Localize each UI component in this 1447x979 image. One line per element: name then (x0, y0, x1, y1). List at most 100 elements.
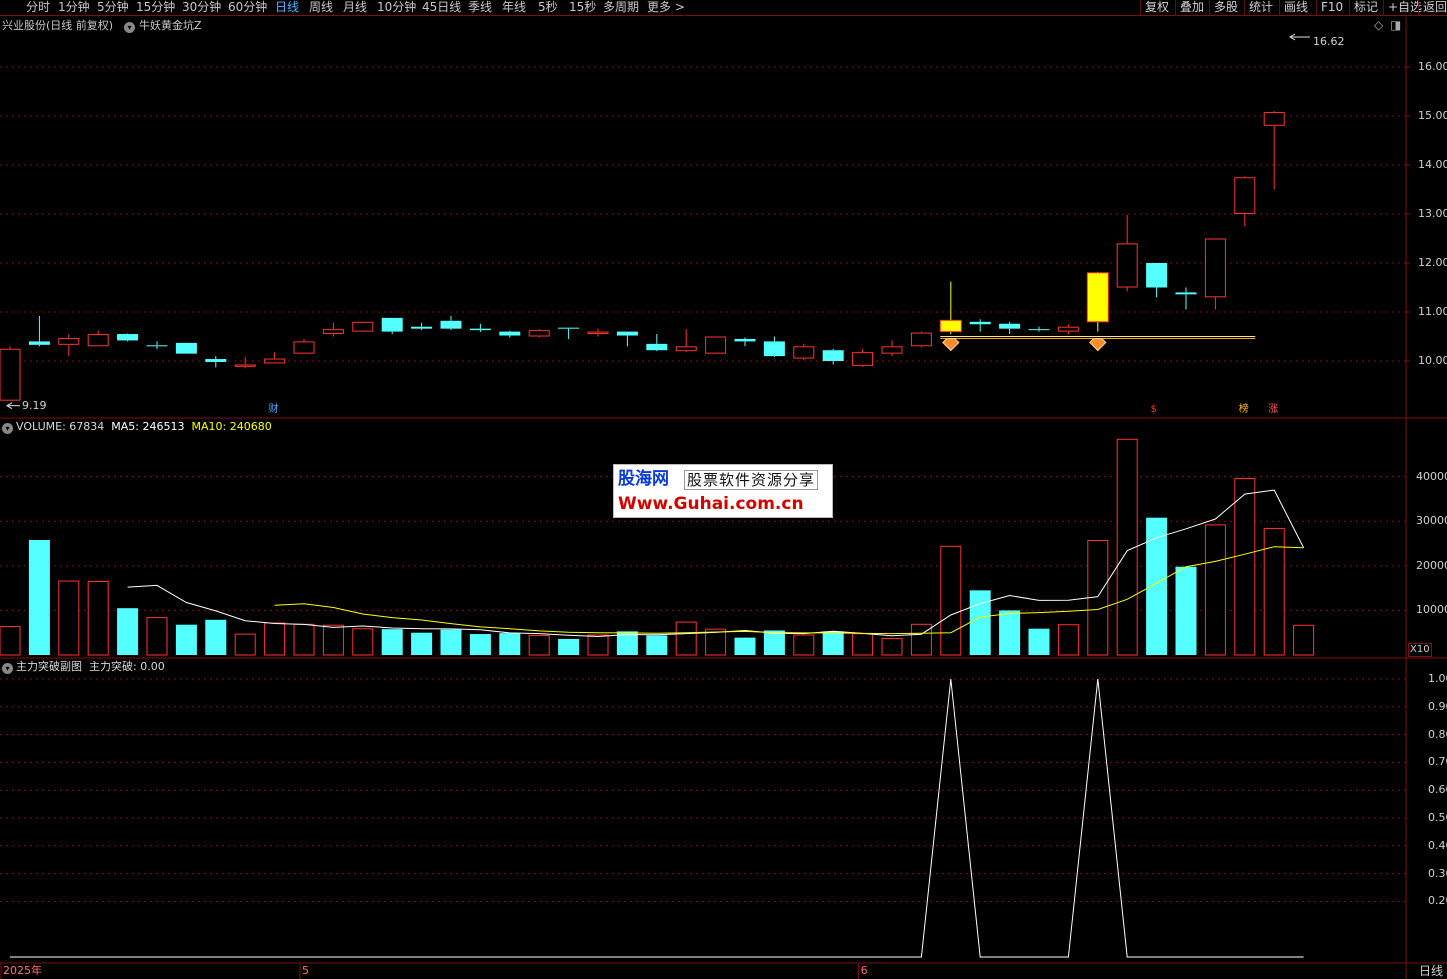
candle-body-down[interactable] (822, 350, 844, 361)
volume-bar-up[interactable] (264, 622, 286, 656)
candle-body-up[interactable] (264, 358, 286, 364)
candle-body-up[interactable] (322, 329, 344, 335)
candle-body-down[interactable] (616, 331, 638, 336)
volume-bar-down[interactable] (1028, 628, 1050, 655)
candle-body-up[interactable] (852, 352, 874, 366)
event-marker[interactable]: 榜 (1239, 404, 1249, 415)
candle-body-down[interactable] (175, 342, 197, 354)
time-axis-label: 5 (302, 964, 309, 977)
candle-body-down[interactable] (440, 320, 462, 329)
volume-bar-up[interactable] (940, 545, 962, 656)
volume-bar-down[interactable] (763, 630, 785, 655)
volume-bar-up[interactable] (675, 621, 697, 656)
volume-axis-label: 30000 (1416, 514, 1447, 528)
volume-bar-up[interactable] (0, 626, 21, 656)
candle-body-up[interactable] (587, 331, 609, 335)
volume-bar-down[interactable] (822, 631, 844, 655)
watermark-url: Www.Guhai.com.cn (618, 494, 804, 514)
candle-body-down[interactable] (558, 327, 580, 329)
volume-bar-down[interactable] (175, 624, 197, 655)
candle-body-up[interactable] (528, 330, 550, 337)
volume-bar-up[interactable] (87, 580, 109, 656)
candle-body-up[interactable] (1234, 177, 1256, 214)
volume-bar-up[interactable] (146, 617, 168, 656)
volume-bar-down[interactable] (999, 610, 1021, 655)
watermark-logo: 股海网 股票软件资源分享 Www.Guhai.com.cn (613, 464, 833, 518)
volume-unit-label: X10 (1408, 643, 1432, 657)
subchart-axis-label: 0.60 (1428, 783, 1447, 797)
candle-body-up[interactable] (881, 346, 903, 354)
diamond-icon (1089, 338, 1107, 352)
candle-body-up[interactable] (910, 332, 932, 347)
volume-bar-up[interactable] (793, 634, 815, 656)
candle-body-up[interactable] (1116, 243, 1138, 288)
volume-bar-up[interactable] (881, 638, 903, 656)
candle-body-down[interactable] (117, 334, 139, 341)
volume-bar-down[interactable] (734, 637, 756, 655)
candle-body-signal[interactable] (1086, 272, 1109, 323)
candle-body-up[interactable] (675, 346, 697, 352)
volume-bar-up[interactable] (587, 634, 609, 656)
volume-bar-down[interactable] (411, 632, 433, 655)
candle-body-down[interactable] (28, 341, 50, 345)
volume-bar-up[interactable] (910, 623, 932, 656)
candle-body-down[interactable] (146, 345, 168, 347)
candle-body-up[interactable] (58, 337, 80, 345)
volume-bar-up[interactable] (528, 634, 550, 656)
candle-body-down[interactable] (734, 338, 756, 342)
time-axis-label: 2025年 (3, 964, 42, 977)
volume-bar-up[interactable] (352, 628, 374, 656)
volume-bar-up[interactable] (1204, 524, 1226, 656)
volume-bar-down[interactable] (499, 633, 521, 655)
subchart-axis-label: 0.50 (1428, 811, 1447, 824)
volume-bar-down[interactable] (381, 629, 403, 655)
candle-body-up[interactable] (293, 341, 315, 354)
candle-body-up[interactable] (87, 334, 109, 347)
candle-body-down[interactable] (646, 343, 668, 351)
candle-body-down[interactable] (381, 317, 403, 332)
event-marker[interactable]: 涨 (1268, 404, 1278, 415)
volume-bar-up[interactable] (1234, 478, 1256, 656)
volume-bar-up[interactable] (322, 624, 344, 656)
subchart-axis-label: 0.40 (1428, 838, 1447, 852)
volume-bar-down[interactable] (969, 590, 991, 655)
volume-bar-down[interactable] (117, 608, 139, 655)
volume-bar-down[interactable] (1175, 566, 1197, 655)
candle-body-up[interactable] (234, 364, 256, 367)
candle-body-up[interactable] (352, 321, 374, 332)
price-axis-label: 14.00 (1418, 158, 1447, 171)
volume-bar-down[interactable] (440, 629, 462, 655)
candle-body-down[interactable] (1146, 263, 1168, 288)
candle-body-signal[interactable] (939, 319, 962, 333)
candle-body-up[interactable] (1204, 238, 1226, 298)
volume-bar-down[interactable] (558, 638, 580, 655)
candle-body-up[interactable] (1263, 112, 1285, 126)
event-marker[interactable]: $ (1151, 404, 1157, 415)
candle-body-down[interactable] (969, 321, 991, 325)
candle-body-up[interactable] (793, 346, 815, 359)
candle-body-down[interactable] (763, 341, 785, 357)
subchart-axis-label: 1.00 (1428, 672, 1447, 685)
volume-bar-up[interactable] (1057, 624, 1079, 656)
candle-body-down[interactable] (1175, 292, 1197, 295)
volume-bar-down[interactable] (28, 539, 50, 655)
candle-body-up[interactable] (0, 348, 21, 401)
volume-bar-up[interactable] (293, 623, 315, 656)
candle-body-down[interactable] (499, 331, 521, 336)
volume-bar-up[interactable] (58, 580, 80, 656)
price-axis-label: 12.00 (1418, 256, 1447, 269)
candle-body-down[interactable] (469, 328, 491, 331)
candle-body-down[interactable] (205, 359, 227, 362)
volume-bar-down[interactable] (469, 634, 491, 655)
candle-body-down[interactable] (1028, 329, 1050, 331)
volume-bar-up[interactable] (1293, 624, 1315, 656)
candle-body-up[interactable] (705, 336, 727, 354)
candle-body-down[interactable] (411, 326, 433, 329)
volume-bar-up[interactable] (234, 633, 256, 656)
volume-bar-up[interactable] (852, 633, 874, 656)
volume-bar-down[interactable] (646, 635, 668, 655)
volume-bar-down[interactable] (205, 619, 227, 655)
candle-body-up[interactable] (1057, 326, 1079, 332)
candle-body-down[interactable] (999, 323, 1021, 329)
event-marker[interactable]: 财 (269, 404, 279, 415)
